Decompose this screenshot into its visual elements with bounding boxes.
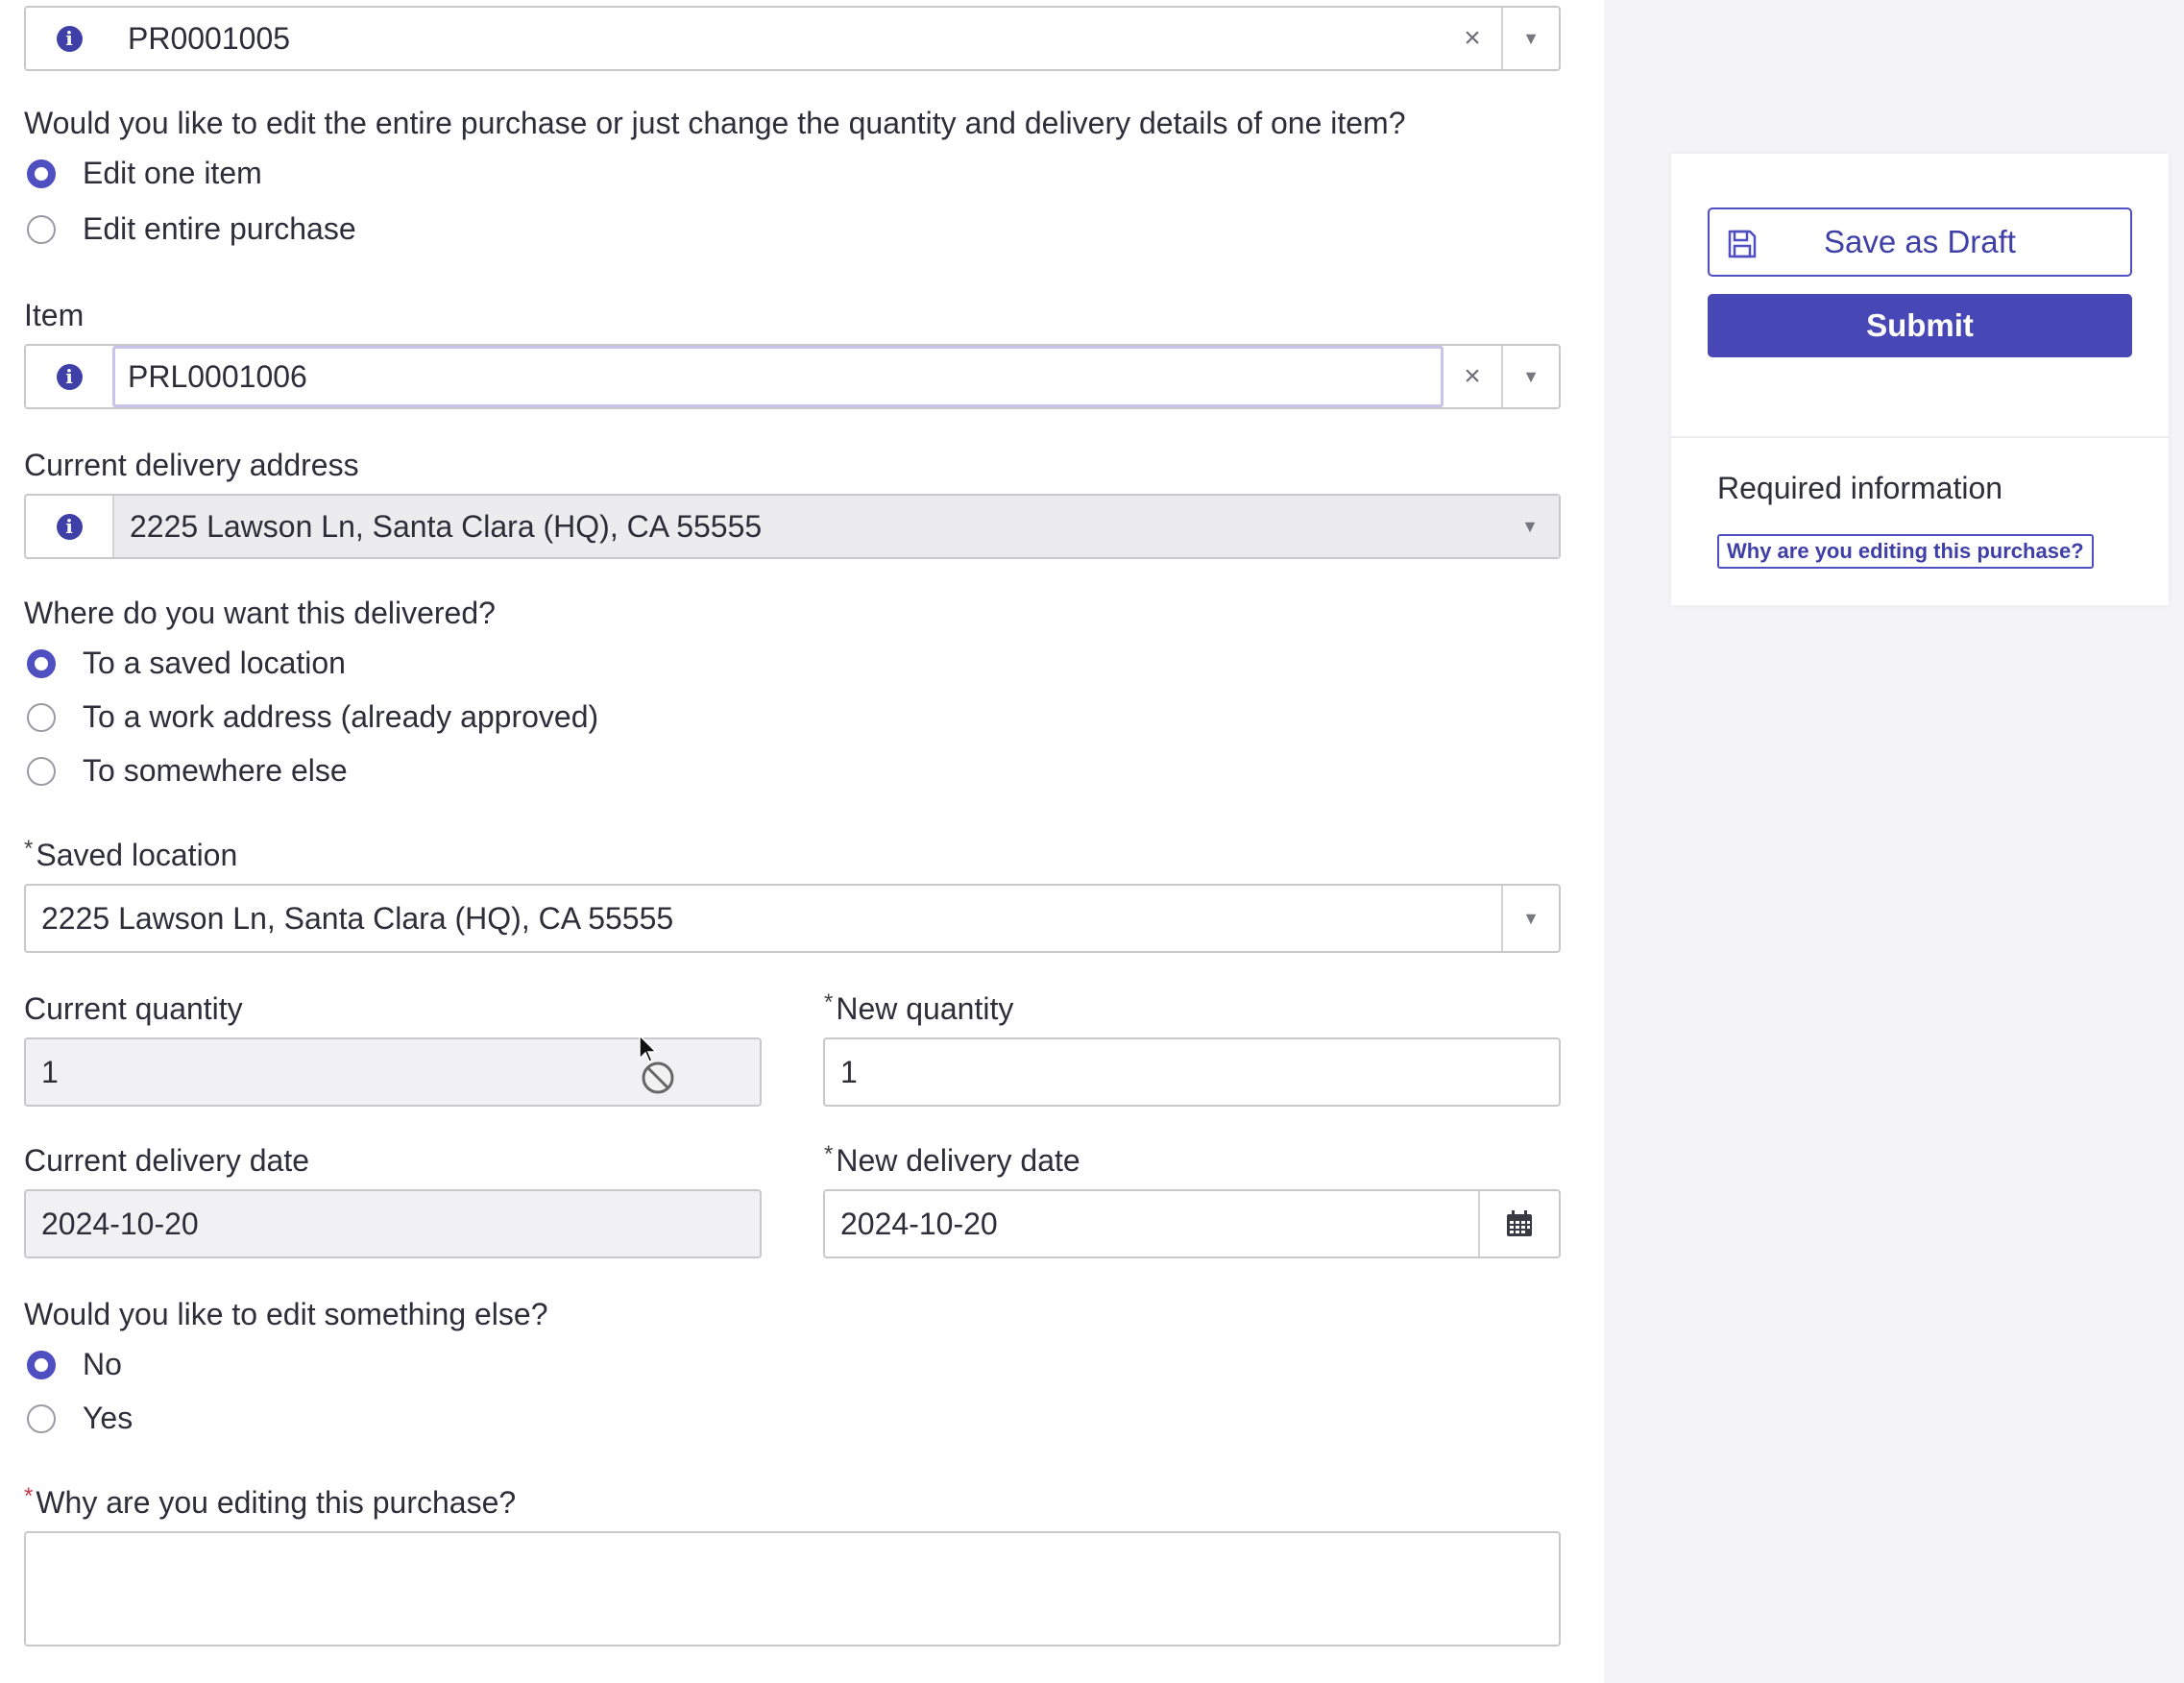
required-marker: * bbox=[24, 1483, 34, 1509]
required-field-link[interactable]: Why are you editing this purchase? bbox=[1717, 534, 2094, 569]
edit-else-question: Would you like to edit something else? bbox=[24, 1297, 548, 1331]
item-field[interactable]: i PRL0001006 × ▼ bbox=[24, 344, 1561, 409]
purchase-reference-value[interactable]: PR0001005 bbox=[112, 8, 1444, 69]
radio-work-address[interactable]: To a work address (already approved) bbox=[27, 699, 598, 735]
calendar-icon bbox=[1507, 1210, 1532, 1236]
radio-label: Edit entire purchase bbox=[83, 211, 356, 246]
panel-divider bbox=[1671, 436, 2169, 438]
radio-no[interactable]: No bbox=[27, 1347, 122, 1382]
item-value[interactable]: PRL0001006 bbox=[112, 346, 1444, 407]
current-address-field: i 2225 Lawson Ln, Santa Clara (HQ), CA 5… bbox=[24, 494, 1561, 559]
radio-button-selected[interactable] bbox=[27, 159, 56, 188]
current-address-label: Current delivery address bbox=[24, 448, 359, 482]
current-address-value: 2225 Lawson Ln, Santa Clara (HQ), CA 555… bbox=[112, 496, 1501, 557]
current-quantity-value: 1 bbox=[41, 1054, 59, 1089]
required-marker: * bbox=[824, 989, 834, 1015]
radio-button[interactable] bbox=[27, 702, 56, 732]
address-info-button[interactable]: i bbox=[26, 496, 112, 557]
info-icon: i bbox=[56, 513, 83, 540]
radio-label: To a work address (already approved) bbox=[83, 699, 599, 734]
chevron-down-icon: ▼ bbox=[1501, 496, 1559, 557]
purchase-info-button[interactable]: i bbox=[26, 8, 112, 69]
radio-label: To a saved location bbox=[83, 646, 346, 680]
item-info-button[interactable]: i bbox=[26, 346, 112, 407]
save-icon bbox=[1728, 230, 1757, 258]
new-quantity-label: *New quantity bbox=[824, 989, 1014, 1027]
current-delivery-date-value: 2024-10-20 bbox=[41, 1206, 199, 1241]
radio-button[interactable] bbox=[27, 756, 56, 786]
saved-location-label: *Saved location bbox=[24, 836, 238, 873]
current-delivery-date-label: Current delivery date bbox=[24, 1143, 310, 1178]
radio-saved-location[interactable]: To a saved location bbox=[27, 646, 346, 681]
item-label: Item bbox=[24, 298, 85, 332]
required-information-title: Required information bbox=[1717, 471, 2003, 505]
new-delivery-date-label-text: New delivery date bbox=[836, 1143, 1080, 1178]
reason-label-text: Why are you editing this purchase? bbox=[36, 1485, 517, 1520]
required-marker: * bbox=[824, 1141, 834, 1167]
calendar-button[interactable] bbox=[1478, 1191, 1559, 1256]
save-as-draft-label: Save as Draft bbox=[1824, 224, 2016, 259]
form-area: i PR0001005 × ▼ Would you like to edit t… bbox=[0, 0, 1604, 1683]
radio-button[interactable] bbox=[27, 214, 56, 244]
radio-label: Yes bbox=[83, 1401, 133, 1435]
current-delivery-date-field: 2024-10-20 bbox=[24, 1189, 762, 1258]
reason-label: *Why are you editing this purchase? bbox=[24, 1483, 517, 1521]
radio-button-selected[interactable] bbox=[27, 648, 56, 678]
chevron-down-icon[interactable]: ▼ bbox=[1501, 346, 1559, 407]
info-icon: i bbox=[56, 363, 83, 390]
new-quantity-value: 1 bbox=[840, 1054, 858, 1089]
edit-scope-question: Would you like to edit the entire purcha… bbox=[24, 106, 1406, 140]
new-quantity-input[interactable]: 1 bbox=[823, 1037, 1561, 1107]
reason-textarea[interactable] bbox=[24, 1531, 1561, 1646]
save-as-draft-button[interactable]: Save as Draft bbox=[1708, 207, 2132, 277]
clear-icon[interactable]: × bbox=[1444, 346, 1501, 407]
radio-edit-one-item[interactable]: Edit one item bbox=[27, 156, 262, 191]
radio-label: To somewhere else bbox=[83, 753, 348, 788]
radio-button-selected[interactable] bbox=[27, 1350, 56, 1379]
saved-location-label-text: Saved location bbox=[36, 838, 238, 872]
radio-label: No bbox=[83, 1347, 122, 1381]
info-icon: i bbox=[56, 25, 83, 52]
purchase-reference-field[interactable]: i PR0001005 × ▼ bbox=[24, 6, 1561, 71]
radio-yes[interactable]: Yes bbox=[27, 1401, 133, 1436]
delivery-question: Where do you want this delivered? bbox=[24, 596, 496, 630]
actions-panel: Save as Draft Submit Required informatio… bbox=[1671, 154, 2169, 605]
radio-label: Edit one item bbox=[83, 156, 262, 190]
chevron-down-icon[interactable]: ▼ bbox=[1501, 886, 1559, 951]
radio-button[interactable] bbox=[27, 1403, 56, 1433]
saved-location-value: 2225 Lawson Ln, Santa Clara (HQ), CA 555… bbox=[41, 900, 674, 936]
new-quantity-label-text: New quantity bbox=[836, 991, 1014, 1026]
radio-edit-entire-purchase[interactable]: Edit entire purchase bbox=[27, 211, 356, 247]
new-delivery-date-value: 2024-10-20 bbox=[840, 1206, 998, 1241]
submit-button[interactable]: Submit bbox=[1708, 294, 2132, 357]
new-delivery-date-input[interactable]: 2024-10-20 bbox=[823, 1189, 1561, 1258]
submit-label: Submit bbox=[1866, 307, 1974, 343]
radio-somewhere-else[interactable]: To somewhere else bbox=[27, 753, 348, 789]
current-quantity-label: Current quantity bbox=[24, 991, 243, 1026]
chevron-down-icon[interactable]: ▼ bbox=[1501, 8, 1559, 69]
not-allowed-cursor-icon bbox=[639, 1034, 674, 1094]
clear-icon[interactable]: × bbox=[1444, 8, 1501, 69]
required-marker: * bbox=[24, 836, 34, 862]
new-delivery-date-label: *New delivery date bbox=[824, 1141, 1080, 1179]
saved-location-select[interactable]: 2225 Lawson Ln, Santa Clara (HQ), CA 555… bbox=[24, 884, 1561, 953]
